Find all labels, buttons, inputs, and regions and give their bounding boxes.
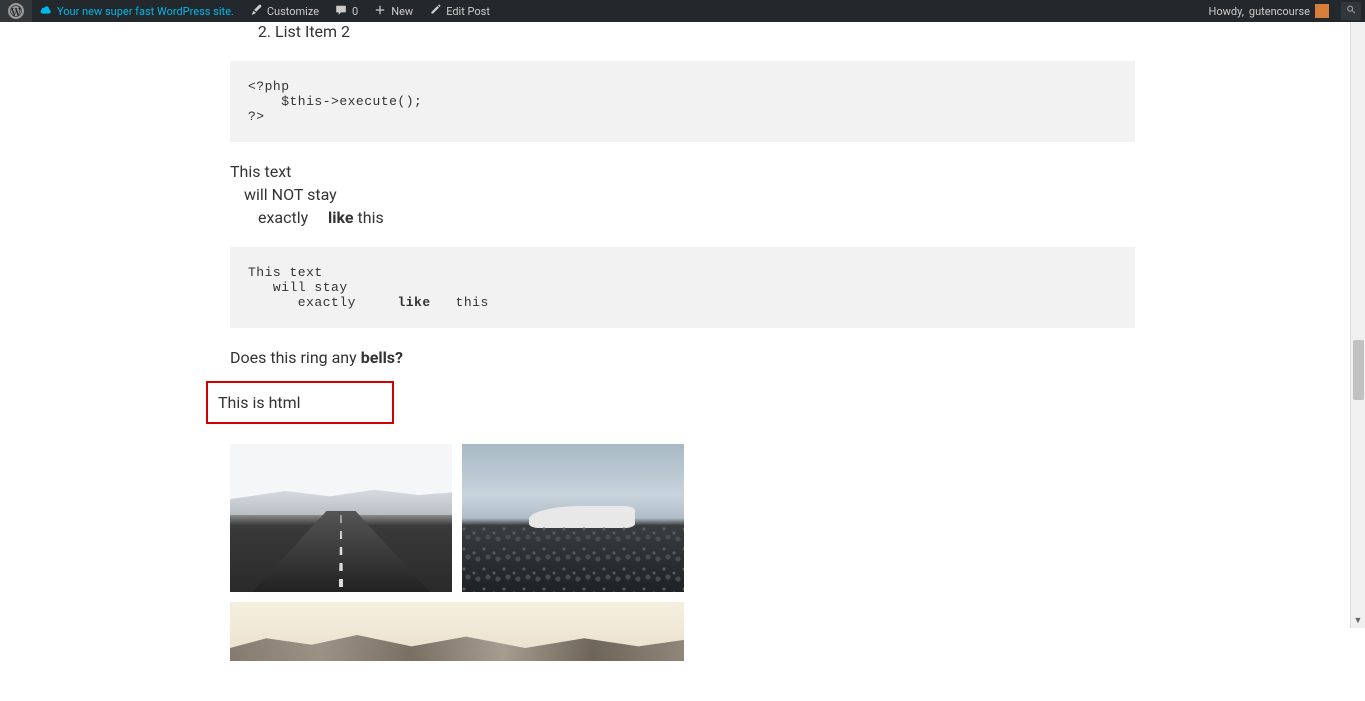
admin-search-button[interactable] (1341, 2, 1361, 20)
post-content: List Item 2 <?php $this->execute(); ?> T… (230, 22, 1135, 701)
html-block-text: This is html (218, 393, 301, 412)
comments-link[interactable]: 0 (327, 0, 366, 22)
scroll-down-arrow-icon[interactable]: ▼ (1351, 613, 1365, 628)
new-content-link[interactable]: New (366, 0, 421, 22)
scrollbar-thumb[interactable] (1353, 340, 1364, 400)
wp-logo-menu[interactable] (0, 0, 32, 22)
question-paragraph: Does this ring any bells? (230, 348, 1135, 367)
vertical-scrollbar[interactable]: ▲ ▼ (1350, 0, 1365, 628)
ordered-list: List Item 2 (275, 22, 1135, 41)
plus-icon (374, 4, 386, 19)
comments-count: 0 (352, 5, 358, 18)
username-text: gutencourse (1249, 5, 1310, 18)
list-item: List Item 2 (275, 22, 1135, 41)
text-line: This text (230, 162, 1135, 181)
html-block-highlighted: This is html (206, 381, 394, 424)
paintbrush-icon (250, 4, 262, 19)
pencil-icon (429, 4, 441, 19)
wordpress-logo-icon (8, 3, 24, 19)
user-account-link[interactable]: Howdy, gutencourse (1201, 0, 1337, 22)
page-body: List Item 2 <?php $this->execute(); ?> T… (0, 0, 1365, 701)
customize-link[interactable]: Customize (242, 0, 327, 22)
code-block-text: This text will stay exactly like this (230, 247, 1135, 328)
site-name-text: Your new super fast WordPress site. (57, 5, 234, 18)
text-line: will NOT stay (244, 185, 1135, 204)
edit-post-label: Edit Post (446, 5, 490, 18)
avatar (1315, 4, 1329, 18)
site-name-link[interactable]: Your new super fast WordPress site. (32, 0, 242, 22)
edit-post-link[interactable]: Edit Post (421, 0, 498, 22)
cloud-icon (40, 4, 52, 19)
text-line: exactly like this (258, 208, 1135, 227)
admin-bar-right: Howdy, gutencourse (1201, 0, 1365, 22)
admin-bar-left: Your new super fast WordPress site. Cust… (0, 0, 498, 22)
comment-icon (335, 4, 347, 19)
howdy-text: Howdy, (1209, 5, 1244, 18)
image-gallery (230, 444, 1135, 661)
paragraph-block: This text will NOT stay exactly like thi… (230, 162, 1135, 227)
wordpress-admin-bar: Your new super fast WordPress site. Cust… (0, 0, 1365, 22)
gallery-image[interactable] (462, 444, 684, 592)
search-icon (1346, 4, 1357, 18)
code-block-php: <?php $this->execute(); ?> (230, 61, 1135, 142)
gallery-image[interactable] (230, 602, 684, 661)
customize-label: Customize (267, 5, 319, 18)
gallery-image[interactable] (230, 444, 452, 592)
new-label: New (391, 5, 413, 18)
